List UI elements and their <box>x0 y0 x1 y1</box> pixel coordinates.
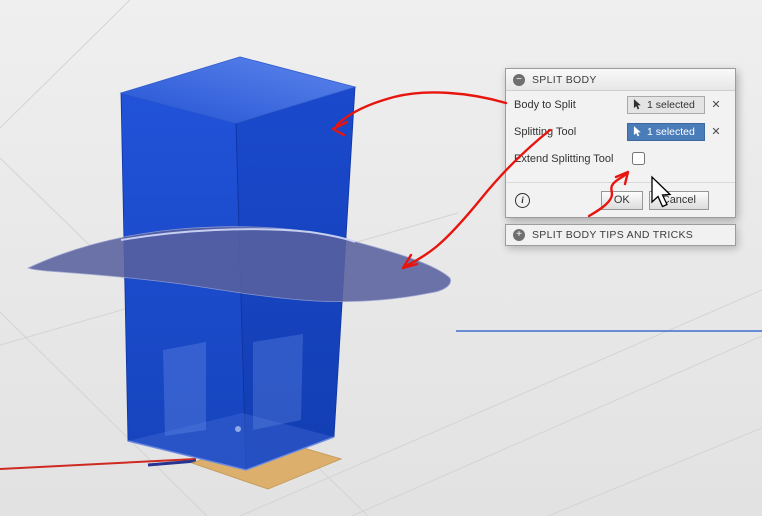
extend-splitting-tool-row: Extend Splitting Tool <box>506 145 735 172</box>
box-inner-reflection <box>253 334 303 430</box>
box-inner-reflection <box>163 342 206 436</box>
splitting-tool-selection-button[interactable]: 1 selected <box>627 122 705 141</box>
dialog-footer: i OK Cancel <box>506 182 735 217</box>
splitting-tool-label: Splitting Tool <box>514 125 577 138</box>
body-to-split-selection-button[interactable]: 1 selected <box>627 95 705 114</box>
body-to-split-count: 1 selected <box>647 98 695 111</box>
select-cursor-icon <box>633 99 641 110</box>
wavy-surface <box>26 226 451 303</box>
axes <box>0 330 762 470</box>
dialog-header: − SPLIT BODY <box>506 69 735 91</box>
clear-selection-icon[interactable]: ✕ <box>705 98 727 111</box>
info-icon[interactable]: i <box>515 192 530 208</box>
fusion-viewport[interactable]: − SPLIT BODY Body to Split 1 selected ✕ … <box>0 0 762 516</box>
origin-point <box>235 426 241 432</box>
split-body-dialog: − SPLIT BODY Body to Split 1 selected ✕ … <box>505 68 736 218</box>
extend-splitting-tool-checkbox[interactable] <box>632 152 645 165</box>
body-to-split-row: Body to Split 1 selected ✕ <box>506 91 735 118</box>
expand-icon[interactable]: + <box>513 229 525 241</box>
extend-splitting-tool-label: Extend Splitting Tool <box>514 152 614 165</box>
tips-panel[interactable]: + SPLIT BODY TIPS AND TRICKS <box>505 224 736 246</box>
body-to-split-label: Body to Split <box>514 98 576 111</box>
collapse-icon[interactable]: − <box>513 73 525 86</box>
tips-title: SPLIT BODY TIPS AND TRICKS <box>532 229 694 241</box>
dialog-title: SPLIT BODY <box>532 73 597 86</box>
split-surface[interactable] <box>26 226 451 303</box>
splitting-tool-count: 1 selected <box>647 125 695 138</box>
select-cursor-icon <box>633 126 641 137</box>
splitting-tool-row: Splitting Tool 1 selected ✕ <box>506 118 735 145</box>
ok-button[interactable]: OK <box>600 190 643 210</box>
clear-selection-icon[interactable]: ✕ <box>705 125 727 138</box>
cancel-button[interactable]: Cancel <box>648 190 709 210</box>
